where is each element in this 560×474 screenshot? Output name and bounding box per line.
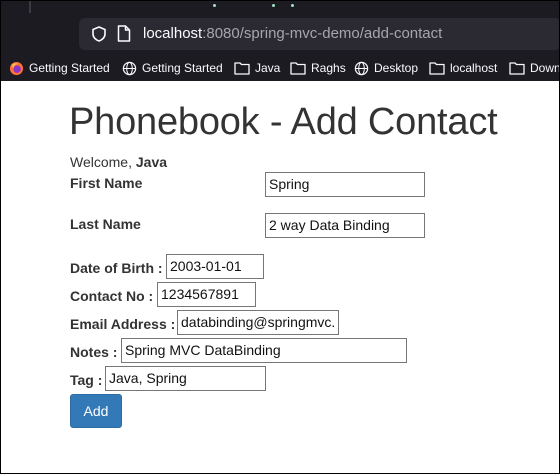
welcome-prefix: Welcome, — [70, 154, 132, 170]
dob-label: Date of Birth : — [70, 260, 163, 276]
bookmark-java[interactable]: Java — [234, 58, 280, 78]
notes-label: Notes : — [70, 344, 118, 360]
first-name-label: First Name — [70, 175, 143, 191]
tab-strip — [1, 1, 559, 13]
dob-field[interactable]: 2003-01-01 — [166, 254, 264, 279]
firefox-icon — [9, 61, 24, 75]
add-button[interactable]: Add — [70, 394, 122, 428]
folder-icon — [509, 62, 525, 75]
welcome-message: Welcome, Java — [70, 154, 167, 170]
notes-field[interactable]: Spring MVC DataBinding — [121, 338, 407, 363]
last-name-field[interactable]: 2 way Data Binding — [265, 213, 425, 238]
folder-icon — [234, 62, 250, 75]
bookmark-label: Java — [255, 61, 281, 75]
bookmark-downloads[interactable]: Downl — [509, 58, 559, 78]
bookmarks-toolbar: Getting Started Getting Started Java Rag… — [1, 58, 559, 80]
url-path: :8080/spring-mvc-demo/add-contact — [202, 25, 443, 42]
contact-no-label: Contact No : — [70, 288, 154, 304]
bookmark-label: Getting Started — [142, 61, 223, 75]
first-name-field[interactable]: Spring — [265, 172, 425, 197]
folder-icon — [290, 62, 306, 75]
folder-icon — [429, 62, 445, 75]
tab-indicator-dot — [291, 4, 294, 7]
bookmark-label: Downl — [530, 61, 559, 75]
url-text[interactable]: localhost:8080/spring-mvc-demo/add-conta… — [143, 25, 442, 42]
bookmark-localhost[interactable]: localhost — [429, 58, 497, 78]
email-label: Email Address : — [70, 316, 176, 332]
page-title: Phonebook - Add Contact — [69, 101, 498, 143]
page-icon[interactable] — [117, 25, 131, 42]
bookmark-label: Desktop — [374, 61, 419, 75]
globe-icon — [354, 61, 369, 75]
bookmark-label: Raghs — [311, 61, 346, 75]
url-host: localhost — [143, 25, 203, 42]
shield-icon[interactable] — [91, 26, 107, 42]
bookmark-desktop[interactable]: Desktop — [354, 58, 418, 78]
last-name-label: Last Name — [70, 216, 141, 232]
tag-label: Tag : — [70, 372, 103, 388]
globe-icon — [122, 61, 137, 75]
bookmark-getting-started-firefox[interactable]: Getting Started — [9, 58, 110, 78]
tab-indicator-dot — [213, 4, 216, 7]
bookmark-raghs[interactable]: Raghs — [290, 58, 346, 78]
address-bar[interactable]: localhost:8080/spring-mvc-demo/add-conta… — [79, 18, 559, 50]
tag-field[interactable]: Java, Spring — [105, 366, 266, 391]
page-content: Phonebook - Add Contact Welcome, Java Fi… — [1, 81, 559, 473]
browser-window: localhost:8080/spring-mvc-demo/add-conta… — [0, 0, 560, 474]
welcome-user: Java — [135, 154, 168, 170]
bookmark-getting-started[interactable]: Getting Started — [122, 58, 223, 78]
bookmark-label: localhost — [450, 61, 498, 75]
tab-indicator-dot — [272, 4, 275, 7]
email-field[interactable]: databinding@springmvc. — [177, 310, 339, 335]
contact-no-field[interactable]: 1234567891 — [157, 282, 256, 307]
bookmark-label: Getting Started — [29, 61, 110, 75]
divider — [29, 1, 31, 13]
